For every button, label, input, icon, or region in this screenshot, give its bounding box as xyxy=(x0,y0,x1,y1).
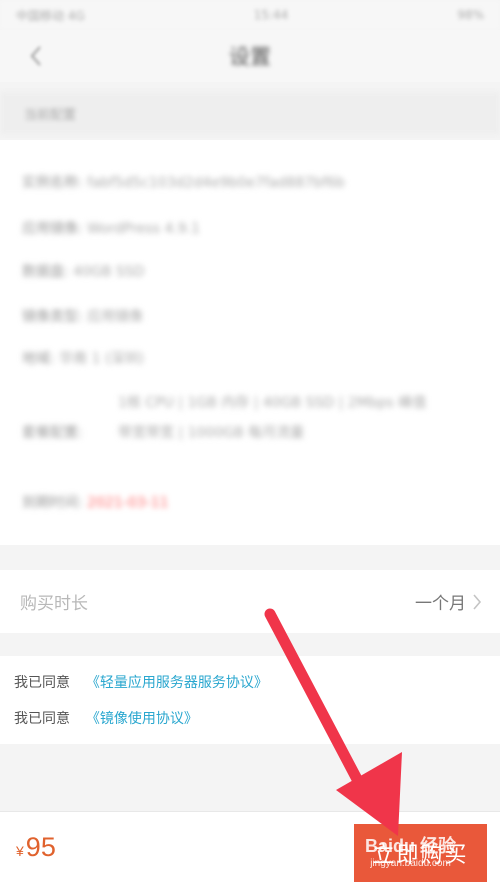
config-value: fabf5d5c103d2d4e9b0e7fad887bf6b xyxy=(87,175,345,191)
config-row-image: 应用镜像: WordPress 4.9.1 xyxy=(22,218,200,238)
back-button[interactable] xyxy=(22,42,50,70)
purchase-duration-selector[interactable]: 一个月 xyxy=(415,589,482,614)
clock: 15:44 xyxy=(253,8,289,22)
config-package-value: 1核 CPU | 1GB 内存 | 40GB SSD | 2Mbps 峰值带宽带… xyxy=(118,395,427,441)
page-title: 设置 xyxy=(229,45,271,69)
battery-label: 98% xyxy=(457,8,484,22)
status-bar: 中国移动 4G 15:44 98% xyxy=(0,0,500,30)
config-row-instance: 实例名称: fabf5d5c103d2d4e9b0e7fad887bf6b xyxy=(22,172,345,192)
config-label: 地域: xyxy=(22,351,55,367)
config-label: 实例名称: xyxy=(22,175,83,191)
agreement-row: 我已同意 《轻量应用服务器服务协议》 xyxy=(14,672,268,692)
bottom-bar: ¥ 95 立即购买 xyxy=(0,811,500,889)
currency-symbol: ¥ xyxy=(16,843,24,859)
config-card: 实例名称: fabf5d5c103d2d4e9b0e7fad887bf6b 应用… xyxy=(0,140,500,545)
image-usage-agreement-link[interactable]: 《镜像使用协议》 xyxy=(86,710,198,726)
config-value: 华南 1 (深圳) xyxy=(59,351,144,367)
config-label: 应用镜像: xyxy=(22,221,83,237)
agreement-prefix: 我已同意 xyxy=(14,710,70,726)
config-value: 40GB SSD xyxy=(73,264,145,280)
chevron-left-icon xyxy=(30,46,41,66)
buy-now-button[interactable]: 立即购买 xyxy=(354,824,487,882)
price-value: 95 xyxy=(25,832,56,862)
config-row-region: 地域: 华南 1 (深圳) xyxy=(22,348,144,368)
total-price: ¥ 95 xyxy=(16,832,56,863)
purchase-duration-row[interactable]: 购买时长 一个月 xyxy=(0,570,500,633)
purchase-duration-label: 购买时长 xyxy=(20,594,88,613)
config-label: 镜像类型: xyxy=(22,309,83,325)
chevron-right-icon xyxy=(473,593,482,610)
agreement-row: 我已同意 《镜像使用协议》 xyxy=(14,708,198,728)
config-row-expire: 到期时间: 2021-03-11 xyxy=(22,492,169,512)
agreement-prefix: 我已同意 xyxy=(14,674,70,690)
config-value: WordPress 4.9.1 xyxy=(87,221,201,237)
server-service-agreement-link[interactable]: 《轻量应用服务器服务协议》 xyxy=(86,674,268,690)
expire-date: 2021-03-11 xyxy=(87,495,169,511)
config-label: 数据盘: xyxy=(22,264,69,280)
agreements-card: 我已同意 《轻量应用服务器服务协议》 我已同意 《镜像使用协议》 xyxy=(0,656,500,744)
section-header: 当前配置 xyxy=(0,92,500,134)
config-row-disk: 数据盘: 40GB SSD xyxy=(22,261,144,281)
carrier-label: 中国移动 4G xyxy=(16,8,85,23)
config-row-image-type: 镜像类型: 应用镜像 xyxy=(22,306,143,326)
purchase-duration-value: 一个月 xyxy=(415,594,466,613)
nav-bar: 设置 xyxy=(0,30,500,82)
config-value: 应用镜像 xyxy=(87,309,144,325)
config-label: 到期时间: xyxy=(22,495,83,511)
config-row-package-label: 套餐配置: xyxy=(22,425,83,441)
